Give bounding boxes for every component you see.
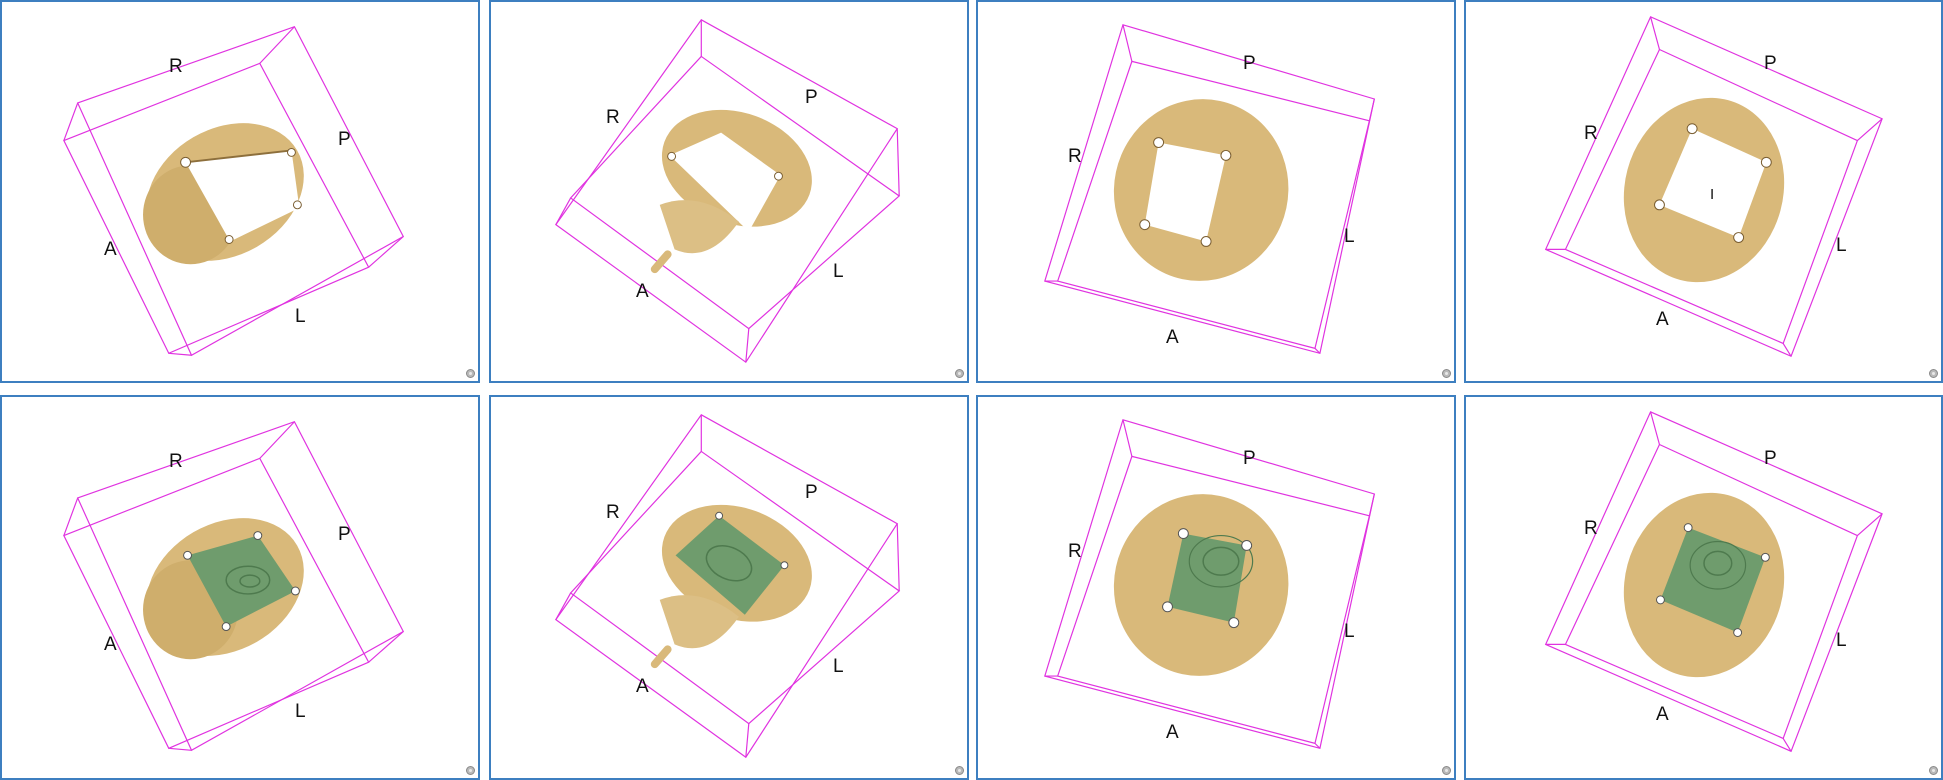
orientation-label-left: L: [1836, 630, 1847, 651]
orientation-label-left: L: [295, 701, 306, 722]
skull-rendering: [1113, 99, 1289, 281]
orientation-label-anterior: A: [104, 634, 117, 655]
viewport-1[interactable]: R P A L: [0, 0, 480, 383]
orientation-label-right: R: [169, 451, 183, 472]
skull-rendering: [650, 109, 812, 274]
viewport-7[interactable]: R P A L: [976, 395, 1456, 780]
skull-rendering: [143, 123, 304, 265]
orientation-label-left: L: [1836, 235, 1847, 256]
render-view-6: [554, 414, 901, 759]
orientation-label-right: R: [1068, 146, 1082, 167]
view-reset-icon[interactable]: [1442, 766, 1451, 775]
viewport-3[interactable]: R P A L: [976, 0, 1456, 383]
orientation-label-anterior: A: [1166, 722, 1179, 743]
orientation-label-posterior: P: [805, 482, 818, 503]
orientation-label-posterior: P: [338, 524, 351, 545]
render-view-7: [1044, 419, 1376, 750]
skull-rendering: [650, 504, 812, 669]
orientation-label-anterior: A: [1166, 327, 1179, 348]
orientation-label-right: R: [606, 502, 620, 523]
orientation-label-posterior: P: [1764, 53, 1777, 74]
orientation-label-anterior: A: [104, 239, 117, 260]
orientation-label-left: L: [295, 306, 306, 327]
render-view-8: [1544, 411, 1883, 753]
orientation-label-right: R: [1584, 123, 1598, 144]
view-reset-icon[interactable]: [1929, 766, 1938, 775]
orientation-label-inferior: I: [1710, 186, 1715, 203]
viewport-8[interactable]: R P A L: [1464, 395, 1943, 780]
viewport-5[interactable]: R P A L: [0, 395, 480, 780]
render-view-5: [63, 421, 405, 752]
orientation-label-posterior: P: [338, 129, 351, 150]
orientation-label-posterior: P: [1764, 448, 1777, 469]
orientation-label-right: R: [606, 107, 620, 128]
orientation-label-posterior: P: [1243, 53, 1256, 74]
orientation-label-left: L: [833, 656, 844, 677]
skull-rendering: [1623, 97, 1785, 283]
orientation-label-right: R: [1584, 518, 1598, 539]
skull-rendering: [1113, 494, 1289, 676]
view-reset-icon[interactable]: [466, 369, 475, 378]
orientation-label-anterior: A: [636, 676, 649, 697]
orientation-label-anterior: A: [636, 281, 649, 302]
view-reset-icon[interactable]: [1442, 369, 1451, 378]
view-reset-icon[interactable]: [466, 766, 475, 775]
orientation-label-posterior: P: [805, 87, 818, 108]
render-view-4: [1544, 16, 1883, 358]
orientation-label-left: L: [1344, 226, 1355, 247]
orientation-label-left: L: [833, 261, 844, 282]
skull-rendering: [1623, 492, 1785, 678]
viewport-4[interactable]: R P I A L: [1464, 0, 1943, 383]
view-reset-icon[interactable]: [1929, 369, 1938, 378]
viewport-2[interactable]: R P A L: [489, 0, 969, 383]
orientation-label-right: R: [169, 56, 183, 77]
view-reset-icon[interactable]: [955, 369, 964, 378]
render-view-2: [555, 19, 901, 364]
render-view-3: [1044, 24, 1376, 355]
viewport-6[interactable]: R P A L: [489, 395, 969, 780]
orientation-label-left: L: [1344, 621, 1355, 642]
view-reset-icon[interactable]: [955, 766, 964, 775]
orientation-label-anterior: A: [1656, 309, 1669, 330]
render-view-1: [63, 26, 405, 357]
skull-rendering: [143, 518, 304, 660]
orientation-label-anterior: A: [1656, 704, 1669, 725]
orientation-label-right: R: [1068, 541, 1082, 562]
orientation-label-posterior: P: [1243, 448, 1256, 469]
